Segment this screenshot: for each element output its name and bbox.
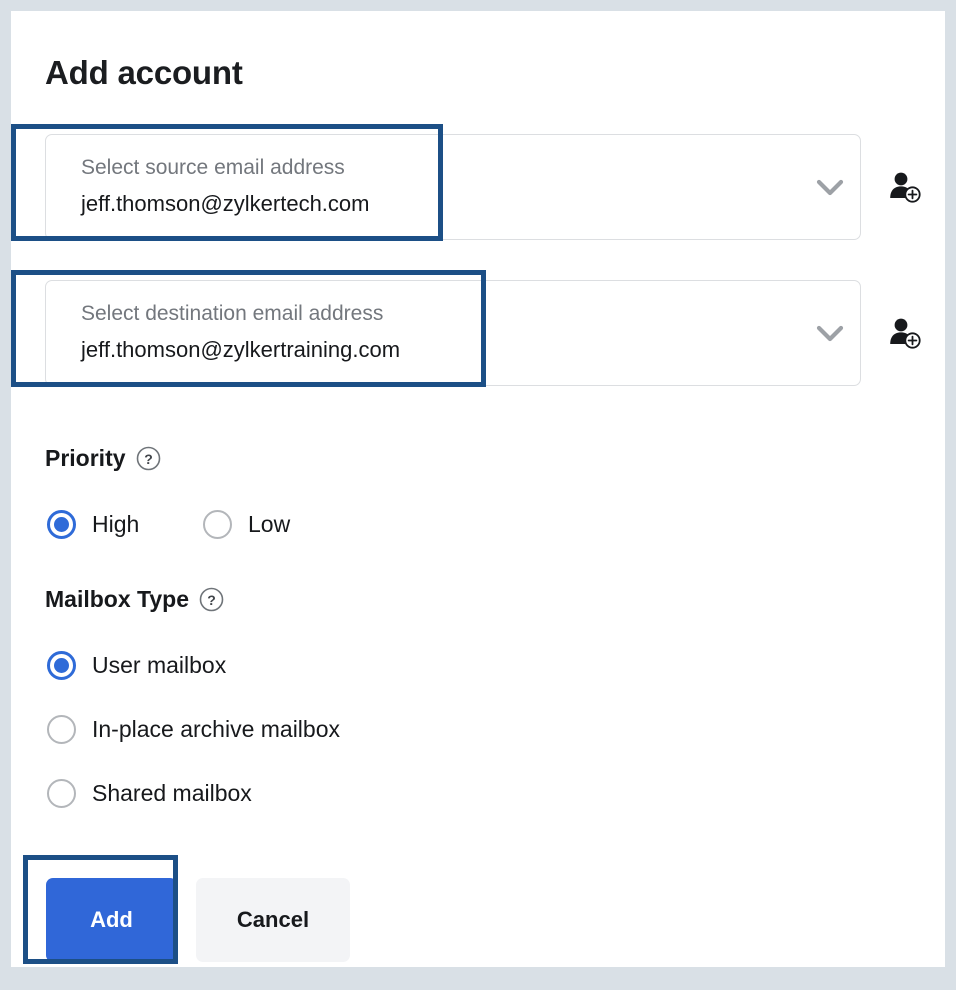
- svg-text:?: ?: [144, 451, 153, 467]
- priority-heading: Priority ?: [45, 445, 161, 472]
- radio-mark-unselected[interactable]: [47, 779, 76, 808]
- source-email-label: Select source email address: [81, 156, 345, 179]
- radio-mailbox-user[interactable]: User mailbox: [47, 651, 226, 680]
- radio-mailbox-user-label: User mailbox: [92, 652, 227, 678]
- chevron-down-icon[interactable]: [816, 324, 844, 344]
- help-circle-icon[interactable]: ?: [136, 446, 161, 471]
- radio-mailbox-inplace-archive-label: In-place archive mailbox: [92, 716, 341, 742]
- app-frame: Add account Select source email address …: [0, 0, 956, 990]
- radio-mark-unselected[interactable]: [203, 510, 232, 539]
- radio-priority-low-label: Low: [248, 511, 291, 537]
- radio-priority-high[interactable]: High: [47, 510, 139, 539]
- radio-mailbox-inplace-archive[interactable]: In-place archive mailbox: [47, 715, 340, 744]
- priority-heading-label: Priority: [45, 445, 126, 471]
- svg-text:?: ?: [207, 592, 216, 608]
- source-email-value: jeff.thomson@zylkertech.com: [81, 191, 370, 216]
- chevron-down-icon[interactable]: [816, 178, 844, 198]
- source-email-select[interactable]: Select source email address jeff.thomson…: [45, 134, 861, 240]
- radio-mailbox-shared[interactable]: Shared mailbox: [47, 779, 252, 808]
- radio-mark-selected[interactable]: [47, 510, 76, 539]
- radio-mailbox-shared-label: Shared mailbox: [92, 780, 252, 806]
- page-title: Add account: [45, 54, 243, 91]
- add-button[interactable]: Add: [46, 878, 177, 962]
- add-user-icon[interactable]: [888, 316, 922, 350]
- radio-priority-low[interactable]: Low: [203, 510, 290, 539]
- add-account-dialog: Add account Select source email address …: [11, 11, 945, 967]
- cancel-button[interactable]: Cancel: [196, 878, 350, 962]
- destination-email-value: jeff.thomson@zylkertraining.com: [81, 337, 401, 362]
- destination-email-field-row: Select destination email address jeff.th…: [45, 280, 925, 388]
- mailbox-type-heading-label: Mailbox Type: [45, 586, 189, 612]
- radio-priority-high-label: High: [92, 511, 140, 537]
- radio-mark-selected[interactable]: [47, 651, 76, 680]
- add-user-icon[interactable]: [888, 170, 922, 204]
- destination-email-label: Select destination email address: [81, 302, 384, 325]
- destination-email-select[interactable]: Select destination email address jeff.th…: [45, 280, 861, 386]
- mailbox-type-heading: Mailbox Type ?: [45, 586, 224, 613]
- help-circle-icon[interactable]: ?: [199, 587, 224, 612]
- source-email-field-row: Select source email address jeff.thomson…: [45, 134, 925, 242]
- radio-mark-unselected[interactable]: [47, 715, 76, 744]
